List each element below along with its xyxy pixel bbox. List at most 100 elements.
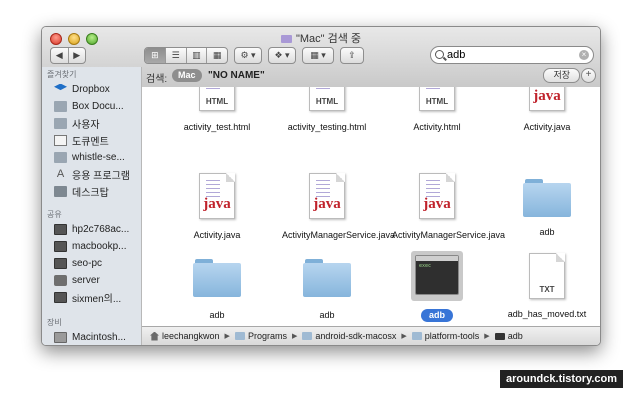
computer-icon [54,223,67,235]
path-segment[interactable]: leechangkwon [150,331,220,341]
sidebar-item-applications[interactable]: A 응용 프로그램 [54,166,140,182]
file-item[interactable]: java Activity.java [492,87,600,135]
view-mode-control: ⊞ ☰ ▥ ▦ [144,47,228,64]
sidebar-item-shared[interactable]: macbookp... [54,238,140,254]
sidebar-item-user[interactable]: 사용자 [54,115,140,131]
applications-icon: A [56,167,65,180]
folder-icon [280,35,292,43]
path-bar: leechangkwon ▶ Programs ▶ android-sdk-ma… [142,326,600,345]
search-input[interactable]: adb × [430,46,594,64]
documents-icon [54,134,67,146]
share-button[interactable]: ⇪ [340,47,364,64]
sidebar-item-shared[interactable]: hp2c768ac... [54,221,140,237]
folder-icon [303,259,351,297]
folder-icon [411,332,422,340]
finder-window: "Mac" 검색 중 ◀ ▶ ⊞ ☰ ▥ ▦ ⚙ ▾ ❖ ▾ ▦ ▾ ⇪ adb… [41,26,601,346]
list-view-button[interactable]: ☰ [166,48,187,63]
sidebar-item-dropbox[interactable]: Dropbox [54,81,140,97]
sidebar-header-devices: 장비 [47,318,62,327]
sidebar-header-favorites: 즐겨찾기 [47,70,77,79]
back-forward-control: ◀ ▶ [50,47,86,64]
path-segment[interactable]: platform-tools [411,331,479,341]
file-name: ActivityManagerService.java [392,230,506,240]
file-name: Activity.java [523,122,571,132]
file-item[interactable]: HTML activity_test.html [162,87,272,135]
sidebar-item-whistle[interactable]: whistle-se... [54,149,140,165]
forward-button[interactable]: ▶ [69,48,86,63]
home-icon [150,331,159,341]
path-segment[interactable]: android-sdk-macosx [302,331,396,341]
file-name: activity_testing.html [287,122,367,132]
html-file-icon: HTML [419,87,455,111]
file-name: adb [539,227,555,237]
sidebar-item-box-documents[interactable]: Box Docu... [54,98,140,114]
sidebar-item-shared[interactable]: server [54,272,140,288]
file-item[interactable]: java ActivityManagerService.java [272,173,396,243]
sidebar: 즐겨찾기 Dropbox Box Docu... 사용자 도큐멘트 whistl… [42,67,142,345]
chevron-right-icon: ▶ [291,333,298,340]
java-file-icon: java [309,173,345,219]
chevron-right-icon: ▶ [484,333,490,340]
file-item[interactable]: adb [162,259,272,323]
file-item[interactable]: HTML activity_testing.html [272,87,382,135]
file-name: activity_test.html [183,122,251,132]
file-item-selected[interactable]: exec adb [382,251,492,323]
file-item[interactable]: TXT adb_has_moved.txt [492,253,600,322]
file-name: Activity.java [193,230,241,240]
file-item[interactable]: HTML Activity.html [382,87,492,135]
java-file-icon: java [529,87,565,111]
scope-mac-button[interactable]: Mac [172,69,202,82]
sidebar-item-shared[interactable]: seo-pc [54,255,140,271]
window-title: "Mac" 검색 중 [42,30,600,46]
java-file-icon: java [419,173,455,219]
chevron-right-icon: ▶ [224,333,230,340]
server-icon [54,274,67,286]
path-segment[interactable]: adb [494,331,523,341]
coverflow-view-button[interactable]: ▦ [207,48,227,63]
sidebar-item-macintosh-hd[interactable]: Macintosh... [54,329,140,345]
file-item[interactable]: java Activity.java [162,173,272,243]
desktop-icon [54,185,67,197]
sidebar-item-shared[interactable]: sixmen의... [54,289,140,305]
dropbox-menu-button[interactable]: ❖ ▾ [268,47,296,64]
java-file-icon: java [199,173,235,219]
folder-icon [54,100,67,112]
watermark: aroundck.tistory.com [500,370,624,388]
folder-icon [54,151,67,163]
html-file-icon: HTML [199,87,235,111]
terminal-icon: exec [415,255,459,295]
hard-disk-icon [54,331,67,343]
selection-highlight: exec [411,251,463,301]
search-value: adb [447,49,466,61]
save-search-button[interactable]: 저장 [543,68,580,83]
file-item[interactable]: java ActivityManagerService.java [382,173,506,243]
computer-icon [54,257,67,269]
search-icon [435,50,444,59]
terminal-icon [494,332,505,340]
home-folder-icon [54,117,67,129]
computer-icon [54,240,67,252]
sidebar-item-desktop[interactable]: 데스크탑 [54,183,140,199]
folder-icon [234,332,245,340]
arrange-menu-button[interactable]: ▦ ▾ [302,47,334,64]
sidebar-item-documents[interactable]: 도큐멘트 [54,132,140,148]
scope-no-name-button[interactable]: "NO NAME" [208,70,265,81]
back-button[interactable]: ◀ [51,48,69,63]
file-item[interactable]: adb [272,259,382,323]
column-view-button[interactable]: ▥ [187,48,208,63]
sidebar-header-shared: 공유 [47,210,62,219]
folder-icon [523,179,571,217]
file-name: ActivityManagerService.java [282,230,396,240]
chevron-right-icon: ▶ [401,333,407,340]
search-scope-bar: 검색: Mac "NO NAME" 저장 + [142,67,600,86]
file-name: adb [420,309,453,322]
path-segment[interactable]: Programs [234,331,287,341]
file-name: Activity.html [413,122,461,132]
action-menu-button[interactable]: ⚙ ▾ [234,47,262,64]
file-item[interactable]: adb [492,179,600,240]
clear-search-icon[interactable]: × [579,50,589,60]
html-file-icon: HTML [309,87,345,111]
computer-icon [54,291,67,303]
icon-view-button[interactable]: ⊞ [145,48,166,63]
add-criteria-button[interactable]: + [581,68,596,83]
